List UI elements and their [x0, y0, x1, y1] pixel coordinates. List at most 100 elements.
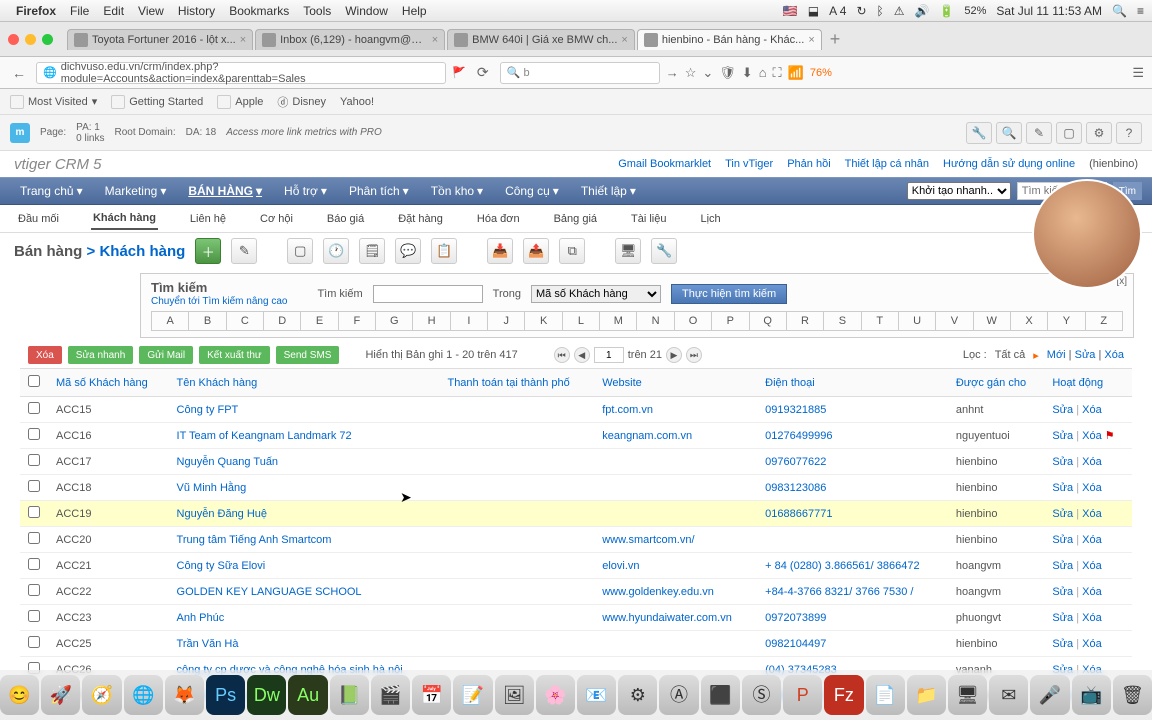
moz-gear-icon[interactable]: ⚙ — [1086, 122, 1112, 144]
shield-icon[interactable]: 🛡 — [719, 65, 736, 81]
adobe-icon[interactable]: A 4 — [829, 4, 846, 18]
alpha-D[interactable]: D — [264, 312, 301, 330]
account-name-link[interactable]: IT Team of Keangnam Landmark 72 — [177, 430, 352, 442]
link-personal-settings[interactable]: Thiết lập cá nhân — [845, 158, 929, 170]
website-link[interactable]: www.smartcom.vn/ — [602, 534, 694, 546]
row-checkbox[interactable] — [28, 584, 40, 596]
menu-window[interactable]: Window — [345, 4, 388, 18]
alpha-W[interactable]: W — [974, 312, 1011, 330]
back-button[interactable]: ← — [8, 62, 30, 84]
us-flag-icon[interactable]: 🇺🇸 — [783, 4, 798, 18]
alpha-Q[interactable]: Q — [750, 312, 787, 330]
row-delete-link[interactable]: Xóa — [1082, 456, 1102, 468]
send-mail-button[interactable]: Gửi Mail — [139, 346, 193, 364]
moz-highlight-icon[interactable]: ✎ — [1026, 122, 1052, 144]
sync-icon[interactable]: ↻ — [856, 4, 866, 18]
row-edit-link[interactable]: Sửa — [1052, 456, 1073, 468]
row-edit-link[interactable]: Sửa — [1052, 560, 1073, 572]
camtasia-icon[interactable]: 🎬 — [371, 675, 410, 715]
subnav-pricelists[interactable]: Bảng giá — [552, 209, 599, 229]
do-search-button[interactable]: Thực hiện tìm kiếm — [671, 284, 787, 304]
col-header[interactable]: Được gán cho — [948, 369, 1044, 397]
feed-icon[interactable]: 📶 — [788, 65, 804, 81]
bookmark-disney[interactable]: ⓓDisney — [277, 94, 326, 110]
browser-tab[interactable]: Toyota Fortuner 2016 - lột x...× — [67, 29, 253, 50]
alpha-S[interactable]: S — [824, 312, 861, 330]
terminal-icon[interactable]: ⬛ — [701, 675, 740, 715]
row-edit-link[interactable]: Sửa — [1052, 612, 1073, 624]
row-edit-link[interactable]: Sửa — [1052, 508, 1073, 520]
alpha-P[interactable]: P — [712, 312, 749, 330]
bookmark-apple[interactable]: Apple — [217, 95, 263, 109]
col-header[interactable]: Thanh toán tại thành phố — [439, 369, 594, 397]
duplicate-icon[interactable]: ⧉ — [559, 238, 585, 264]
nav-home[interactable]: Trang chủ ▾ — [10, 179, 93, 203]
alpha-Y[interactable]: Y — [1048, 312, 1085, 330]
first-page-button[interactable]: ⏮ — [554, 347, 570, 363]
menu-bookmarks[interactable]: Bookmarks — [229, 4, 289, 18]
website-link[interactable]: elovi.vn — [602, 560, 639, 572]
row-edit-link[interactable]: Sửa — [1052, 430, 1073, 442]
subnav-accounts[interactable]: Khách hàng — [91, 208, 158, 230]
alpha-N[interactable]: N — [637, 312, 674, 330]
battery-icon[interactable]: 🔋 — [939, 4, 954, 18]
filezilla-icon[interactable]: Fz — [824, 675, 863, 715]
row-edit-link[interactable]: Sửa — [1052, 404, 1073, 416]
trash-icon[interactable]: 🗑 — [1113, 675, 1152, 715]
alpha-C[interactable]: C — [227, 312, 264, 330]
phone-link[interactable]: 01688667771 — [765, 508, 832, 520]
tool-clipboard-icon[interactable]: 📋 — [431, 238, 457, 264]
phone-link[interactable]: 0982104497 — [765, 638, 826, 650]
website-link[interactable]: keangnam.com.vn — [602, 430, 692, 442]
alpha-L[interactable]: L — [563, 312, 600, 330]
row-checkbox[interactable] — [28, 506, 40, 518]
phone-link[interactable]: 0983123086 — [765, 482, 826, 494]
phone-link[interactable]: 01276499996 — [765, 430, 832, 442]
wifi-icon[interactable]: ⚠ — [894, 4, 905, 18]
dreamweaver-icon[interactable]: Dw — [247, 675, 286, 715]
close-window-button[interactable] — [8, 34, 19, 45]
wrench-icon[interactable]: 🔧 — [651, 238, 677, 264]
link-tin-vtiger[interactable]: Tin vTiger — [725, 158, 773, 170]
quick-create-select[interactable]: Khởi tạo nhanh.. — [907, 182, 1011, 200]
dropbox-icon[interactable]: ⬓ — [808, 4, 819, 18]
account-name-link[interactable]: Nguyễn Đăng Huệ — [177, 508, 268, 520]
filter-arrow-icon[interactable]: ▸ — [1033, 349, 1039, 362]
menu-file[interactable]: File — [70, 4, 89, 18]
phone-link[interactable]: 0976077622 — [765, 456, 826, 468]
calendar-icon[interactable]: 📅 — [412, 675, 451, 715]
moz-more[interactable]: Access more link metrics with PRO — [226, 127, 382, 138]
browser-tab[interactable]: Inbox (6,129) - hoangvm@di...× — [255, 29, 445, 50]
alpha-B[interactable]: B — [189, 312, 226, 330]
col-header[interactable]: Điện thoại — [757, 369, 948, 397]
mail-icon[interactable]: 📧 — [577, 675, 616, 715]
close-tab-icon[interactable]: × — [808, 34, 814, 46]
home-icon[interactable]: ⌂ — [759, 65, 767, 80]
search-input[interactable] — [373, 285, 483, 303]
phone-link[interactable]: + 84 (0280) 3.866561/ 3866472 — [765, 560, 919, 572]
link-gmail-bookmarklet[interactable]: Gmail Bookmarklet — [618, 158, 711, 170]
maximize-window-button[interactable] — [42, 34, 53, 45]
row-delete-link[interactable]: Xóa — [1082, 430, 1102, 442]
account-name-link[interactable]: Công ty FPT — [177, 404, 239, 416]
filter-delete-link[interactable]: Xóa — [1104, 349, 1124, 361]
select-all-checkbox[interactable] — [28, 375, 40, 387]
phone-link[interactable]: 0919321885 — [765, 404, 826, 416]
moz-tool-icon[interactable]: 🔧 — [966, 122, 992, 144]
keynote-icon[interactable]: 🎤 — [1030, 675, 1069, 715]
nav-settings[interactable]: Thiết lập ▾ — [571, 179, 646, 203]
volume-icon[interactable]: 🔊 — [914, 4, 929, 18]
prev-page-button[interactable]: ◀ — [574, 347, 590, 363]
row-edit-link[interactable]: Sửa — [1052, 586, 1073, 598]
row-delete-link[interactable]: Xóa — [1082, 404, 1102, 416]
alpha-F[interactable]: F — [339, 312, 376, 330]
subnav-contacts[interactable]: Liên hệ — [188, 209, 228, 229]
nav-inventory[interactable]: Tồn kho ▾ — [421, 179, 493, 203]
row-delete-link[interactable]: Xóa — [1082, 508, 1102, 520]
search-field-select[interactable]: Mã số Khách hàng — [531, 285, 661, 303]
notes-icon[interactable]: 📝 — [453, 675, 492, 715]
display-icon[interactable]: 🖥 — [948, 675, 987, 715]
bookmark-most-visited[interactable]: Most Visited ▾ — [10, 95, 97, 109]
star-icon[interactable]: ☆ — [685, 65, 697, 81]
nav-tools[interactable]: Công cụ ▾ — [495, 179, 569, 203]
